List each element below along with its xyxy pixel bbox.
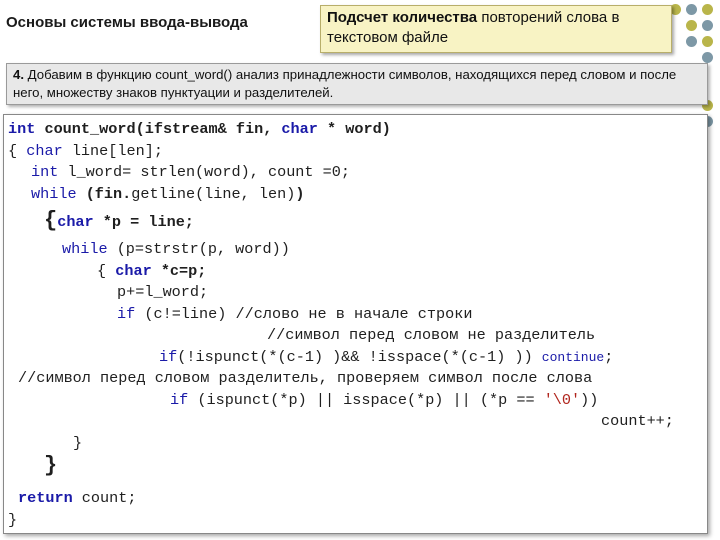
code-line-15: } (73, 434, 83, 452)
code-line-9: if (c!=line) //слово не в начале строки (117, 305, 473, 323)
decor-dot (686, 36, 697, 47)
topic-callout: Подсчет количества повторений слова в те… (320, 5, 672, 53)
code-line-1: int count_word(ifstream& fin, char * wor… (8, 120, 391, 138)
code-line-6: while (p=strstr(p, word)) (62, 240, 290, 258)
code-line-16: } (44, 453, 58, 478)
step-description: 4. Добавим в функцию count_word() анализ… (6, 63, 708, 105)
code-line-18: } (8, 511, 18, 529)
slide-title: Основы системы ввода-вывода (6, 14, 248, 31)
code-line-8: p+=l_word; (117, 283, 209, 301)
decor-dot (702, 52, 713, 63)
decor-dot (702, 4, 713, 15)
code-line-11: if(!ispunct(*(c-1) )&& !isspace(*(c-1) )… (159, 348, 614, 366)
decor-dot (702, 36, 713, 47)
code-line-7: { char *c=p; (97, 262, 207, 280)
code-line-4: while (fin.getline(line, len)) (31, 185, 305, 203)
code-line-3: int l_word= strlen(word), count =0; (31, 163, 350, 181)
decor-dot (702, 20, 713, 31)
code-line-2: { char line[len]; (8, 142, 163, 160)
decor-dot (686, 20, 697, 31)
decor-dot (686, 4, 697, 15)
code-line-10: //символ перед словом не разделитель (267, 326, 596, 344)
code-line-17: return count; (18, 489, 137, 507)
step-text: Добавим в функцию count_word() анализ пр… (13, 67, 677, 100)
code-line-12: //символ перед словом разделитель, прове… (18, 369, 593, 387)
code-line-5: {char *p = line; (44, 208, 194, 233)
code-line-14: count++; (601, 412, 674, 430)
code-listing: int count_word(ifstream& fin, char * wor… (3, 114, 708, 534)
callout-bold: Подсчет количества (327, 9, 478, 26)
code-line-13: if (ispunct(*p) || isspace(*p) || (*p ==… (170, 391, 599, 409)
step-number: 4. (13, 67, 24, 82)
